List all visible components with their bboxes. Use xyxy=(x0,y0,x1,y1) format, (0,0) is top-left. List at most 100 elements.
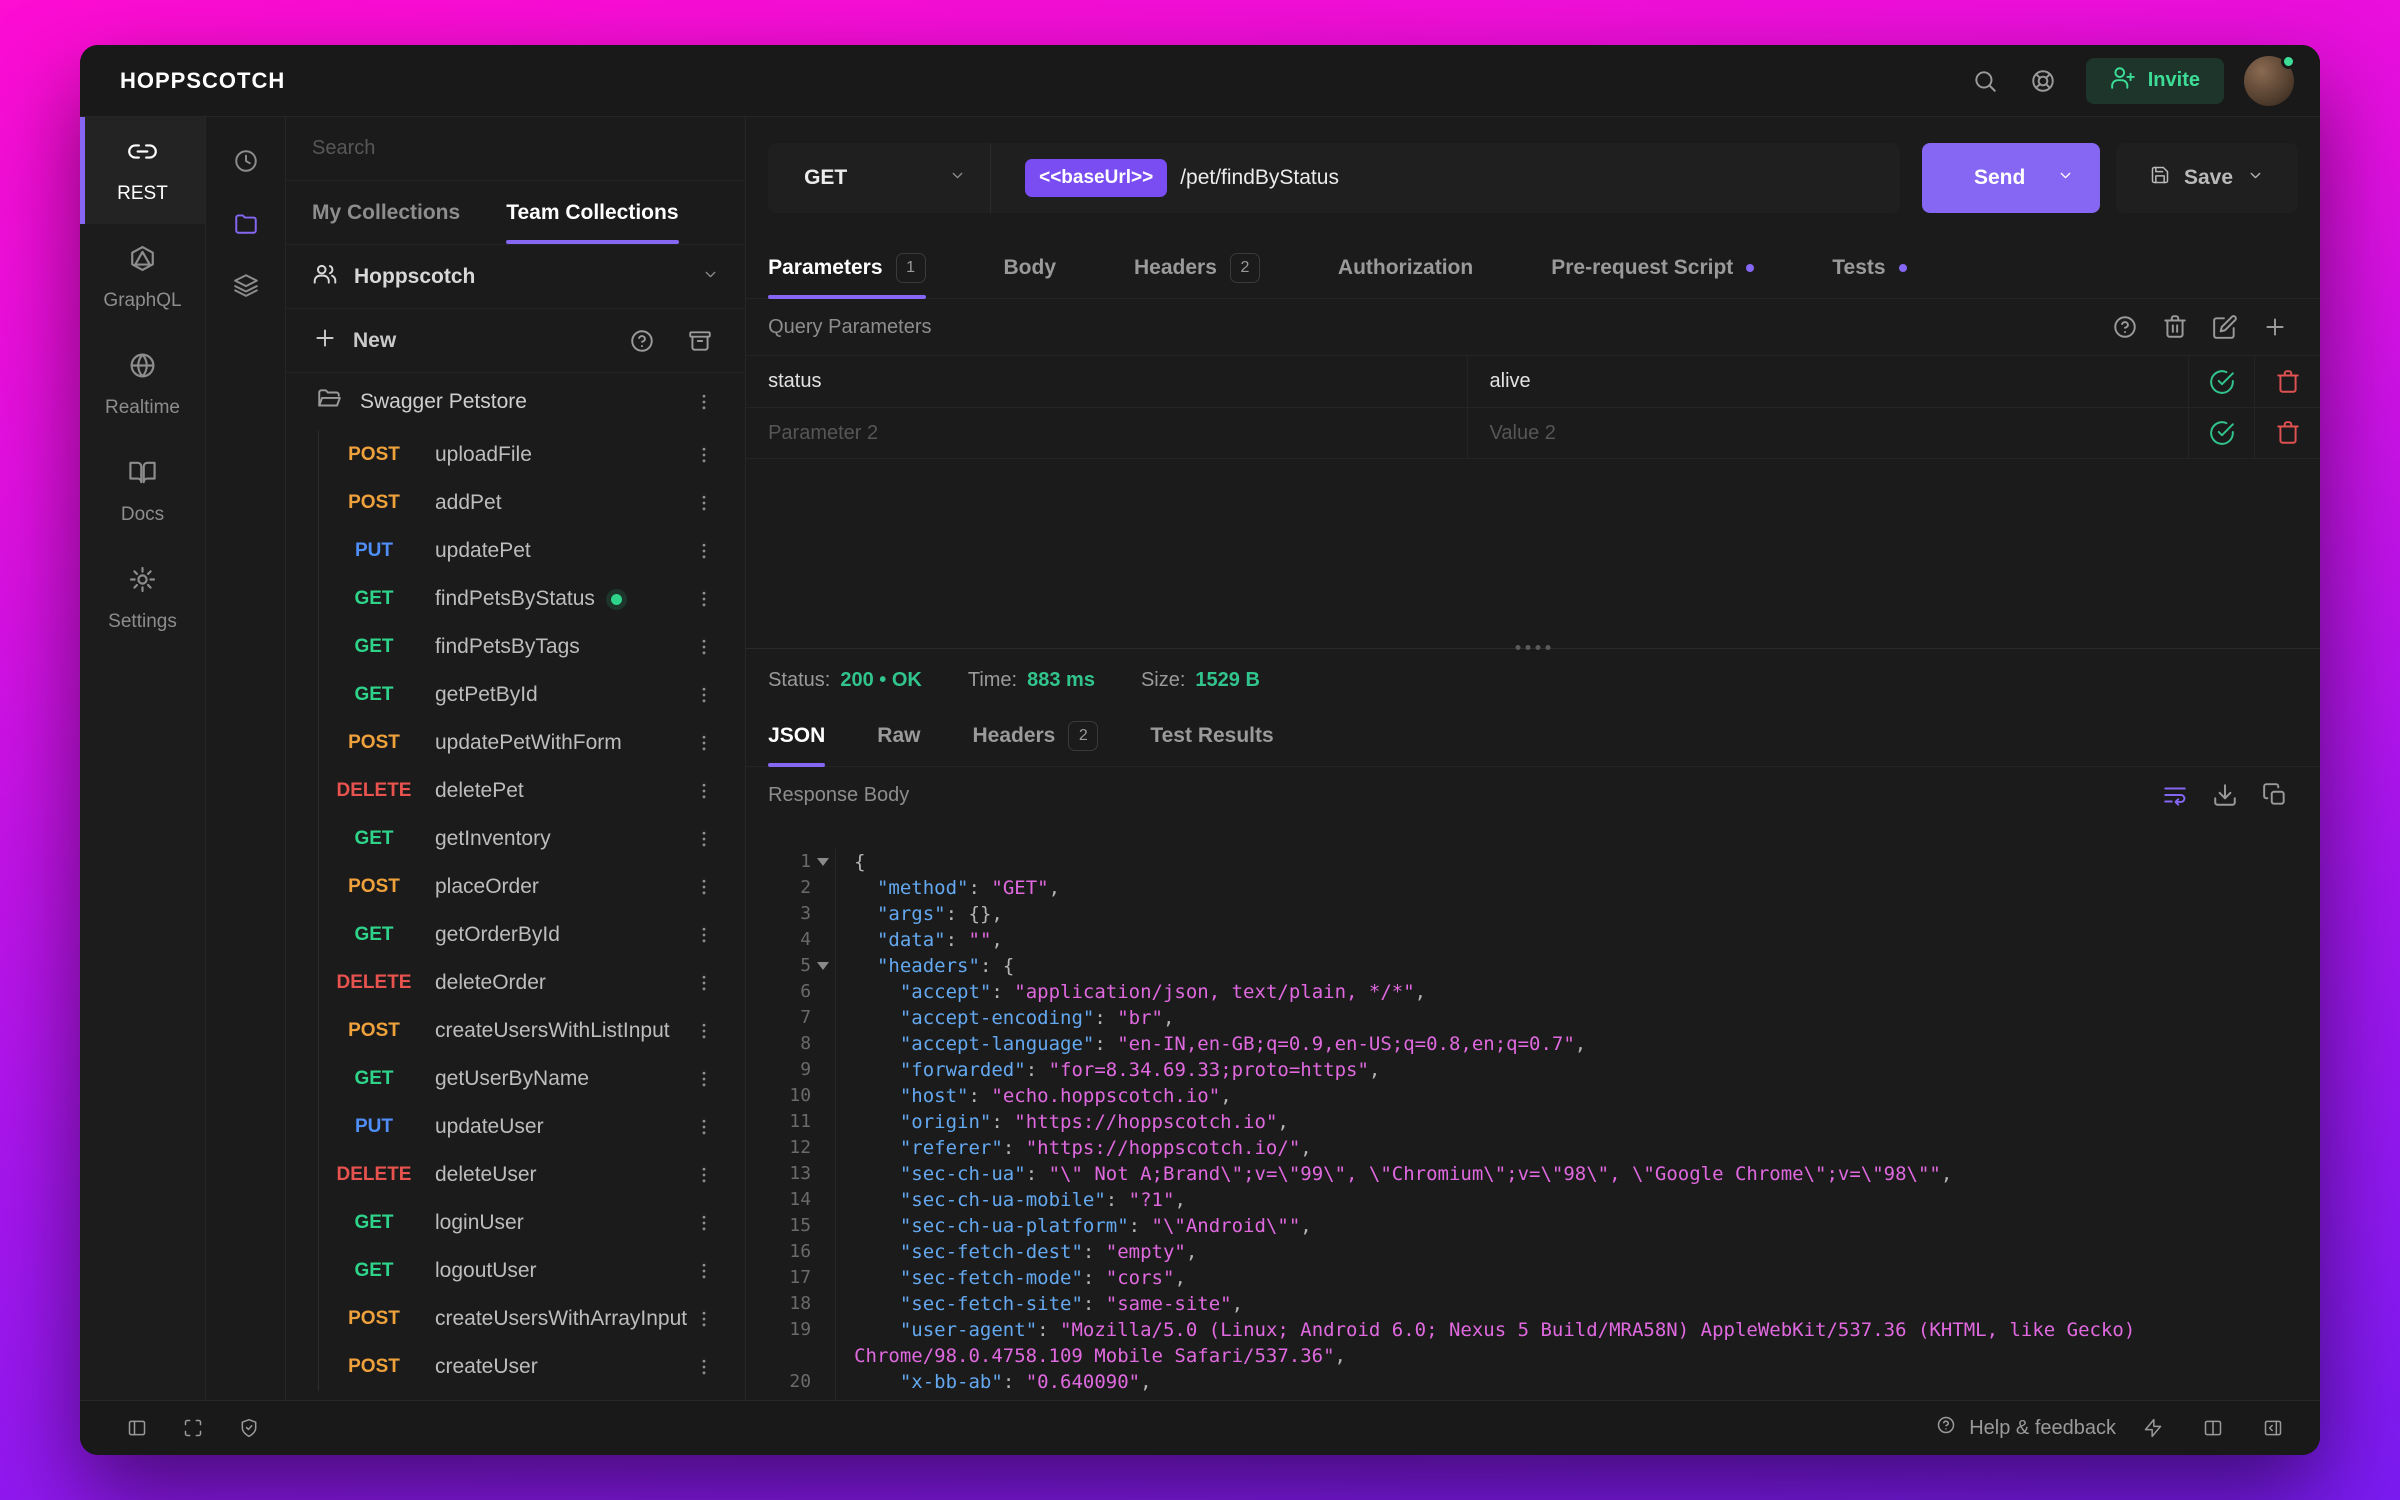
request-options-icon[interactable] xyxy=(687,678,721,712)
sidebar-item-docs[interactable]: Docs xyxy=(80,438,205,545)
support-lifebuoy-icon[interactable] xyxy=(2020,58,2066,104)
request-options-icon[interactable] xyxy=(687,486,721,520)
fold-arrow-icon[interactable] xyxy=(817,858,830,866)
request-options-icon[interactable] xyxy=(687,582,721,616)
param-key-input[interactable]: Parameter 2 xyxy=(746,408,1466,458)
tab-json[interactable]: JSON xyxy=(768,705,826,767)
request-row-logoutuser[interactable]: GET logoutUser xyxy=(286,1247,745,1295)
pane-resize-handle[interactable] xyxy=(1515,645,1551,650)
request-options-icon[interactable] xyxy=(687,774,721,808)
import-export-archive-icon[interactable] xyxy=(679,320,721,362)
help-feedback-button[interactable]: Help & feedback xyxy=(1936,1415,2116,1441)
copy-icon[interactable] xyxy=(2254,774,2296,816)
clear-all-trash-icon[interactable] xyxy=(2154,306,2196,348)
tab-tests[interactable]: Tests xyxy=(1832,237,1907,298)
tab-pre-request-script[interactable]: Pre-request Script xyxy=(1551,237,1755,298)
tab-headers[interactable]: Headers 2 xyxy=(972,705,1099,766)
tab-team-collections[interactable]: Team Collections xyxy=(506,181,679,244)
request-options-icon[interactable] xyxy=(687,1110,721,1144)
split-columns-icon[interactable] xyxy=(2190,1405,2236,1451)
request-options-icon[interactable] xyxy=(687,966,721,1000)
request-row-findpetsbystatus[interactable]: GET findPetsByStatus xyxy=(286,575,745,623)
request-row-addpet[interactable]: POST addPet xyxy=(286,479,745,527)
request-options-icon[interactable] xyxy=(687,1302,721,1336)
help-circle-icon[interactable] xyxy=(621,320,663,362)
param-enabled-toggle[interactable] xyxy=(2209,420,2235,446)
request-row-getinventory[interactable]: GET getInventory xyxy=(286,815,745,863)
request-row-createuser[interactable]: POST createUser xyxy=(286,1343,745,1391)
tab-headers[interactable]: Headers 2 xyxy=(1134,237,1260,298)
sidebar-item-settings[interactable]: Settings xyxy=(80,545,205,652)
request-options-icon[interactable] xyxy=(687,870,721,904)
folder-options-icon[interactable] xyxy=(687,385,721,419)
request-row-getorderbyid[interactable]: GET getOrderById xyxy=(286,911,745,959)
request-row-createuserswitharrayinput[interactable]: POST createUsersWithArrayInput xyxy=(286,1295,745,1343)
sidebar-item-realtime[interactable]: Realtime xyxy=(80,331,205,438)
param-key-input[interactable]: status xyxy=(746,356,1466,407)
invite-button[interactable]: Invite xyxy=(2085,57,2224,104)
request-row-placeorder[interactable]: POST placeOrder xyxy=(286,863,745,911)
request-options-icon[interactable] xyxy=(687,534,721,568)
toggle-sidebar-icon[interactable] xyxy=(114,1405,160,1451)
param-value-input[interactable]: Value 2 xyxy=(1466,408,2188,458)
new-collection-button[interactable]: New xyxy=(312,325,396,357)
request-options-icon[interactable] xyxy=(687,1350,721,1384)
tab-body[interactable]: Body xyxy=(1004,237,1057,298)
param-value-input[interactable]: alive xyxy=(1466,356,2188,407)
request-row-getpetbyid[interactable]: GET getPetById xyxy=(286,671,745,719)
request-options-icon[interactable] xyxy=(687,1206,721,1240)
tab-my-collections[interactable]: My Collections xyxy=(312,181,460,244)
environments-layers-icon[interactable] xyxy=(224,263,268,307)
collection-folder[interactable]: Swagger Petstore xyxy=(286,373,745,431)
request-row-updatepet[interactable]: PUT updatePet xyxy=(286,527,745,575)
tab-parameters[interactable]: Parameters 1 xyxy=(768,237,926,299)
search-icon[interactable] xyxy=(1962,58,2008,104)
save-button[interactable]: Save xyxy=(2116,143,2298,213)
param-delete-icon[interactable] xyxy=(2275,420,2301,446)
collection-folder-partial[interactable] xyxy=(286,1391,745,1400)
sidebar-item-graphql[interactable]: GraphQL xyxy=(80,224,205,331)
response-code-editor[interactable]: 1{2 "method": "GET", 3 "args": {}, 4 "data… xyxy=(746,823,2320,1400)
request-options-icon[interactable] xyxy=(687,726,721,760)
fold-arrow-icon[interactable] xyxy=(817,962,830,970)
url-input[interactable]: <<baseUrl>> /pet/findByStatus xyxy=(990,143,1900,213)
shortcuts-zap-icon[interactable] xyxy=(2130,1405,2176,1451)
request-row-deletepet[interactable]: DELETE deletePet xyxy=(286,767,745,815)
request-options-icon[interactable] xyxy=(687,1014,721,1048)
param-delete-icon[interactable] xyxy=(2275,369,2301,395)
request-row-findpetsbytags[interactable]: GET findPetsByTags xyxy=(286,623,745,671)
wrap-lines-icon[interactable] xyxy=(2154,774,2196,816)
request-row-deleteuser[interactable]: DELETE deleteUser xyxy=(286,1151,745,1199)
request-row-getuserbyname[interactable]: GET getUserByName xyxy=(286,1055,745,1103)
request-row-deleteorder[interactable]: DELETE deleteOrder xyxy=(286,959,745,1007)
collections-search-input[interactable] xyxy=(312,137,720,160)
request-options-icon[interactable] xyxy=(687,630,721,664)
collections-folder-icon[interactable] xyxy=(224,201,268,245)
request-options-icon[interactable] xyxy=(687,1254,721,1288)
tab-test-results[interactable]: Test Results xyxy=(1150,705,1273,766)
edit-bulk-icon[interactable] xyxy=(2204,306,2246,348)
send-button[interactable]: Send xyxy=(1922,143,2100,213)
tab-raw[interactable]: Raw xyxy=(877,705,920,766)
collapse-right-panel-icon[interactable] xyxy=(2250,1405,2296,1451)
request-options-icon[interactable] xyxy=(687,918,721,952)
team-selector[interactable]: Hoppscotch xyxy=(286,245,746,309)
request-options-icon[interactable] xyxy=(687,1158,721,1192)
shield-check-icon[interactable] xyxy=(226,1405,272,1451)
method-select[interactable]: GET xyxy=(768,143,991,213)
tab-authorization[interactable]: Authorization xyxy=(1338,237,1473,298)
request-options-icon[interactable] xyxy=(687,438,721,472)
request-row-updateuser[interactable]: PUT updateUser xyxy=(286,1103,745,1151)
request-row-uploadfile[interactable]: POST uploadFile xyxy=(286,431,745,479)
help-circle-icon[interactable] xyxy=(2104,306,2146,348)
expand-fullscreen-icon[interactable] xyxy=(170,1405,216,1451)
history-icon[interactable] xyxy=(224,139,268,183)
request-options-icon[interactable] xyxy=(687,822,721,856)
request-row-createuserswithlistinput[interactable]: POST createUsersWithListInput xyxy=(286,1007,745,1055)
add-parameter-plus-icon[interactable] xyxy=(2254,306,2296,348)
param-enabled-toggle[interactable] xyxy=(2209,369,2235,395)
sidebar-item-rest[interactable]: REST xyxy=(80,117,205,224)
request-row-updatepetwithform[interactable]: POST updatePetWithForm xyxy=(286,719,745,767)
avatar[interactable] xyxy=(2244,53,2296,106)
request-row-loginuser[interactable]: GET loginUser xyxy=(286,1199,745,1247)
